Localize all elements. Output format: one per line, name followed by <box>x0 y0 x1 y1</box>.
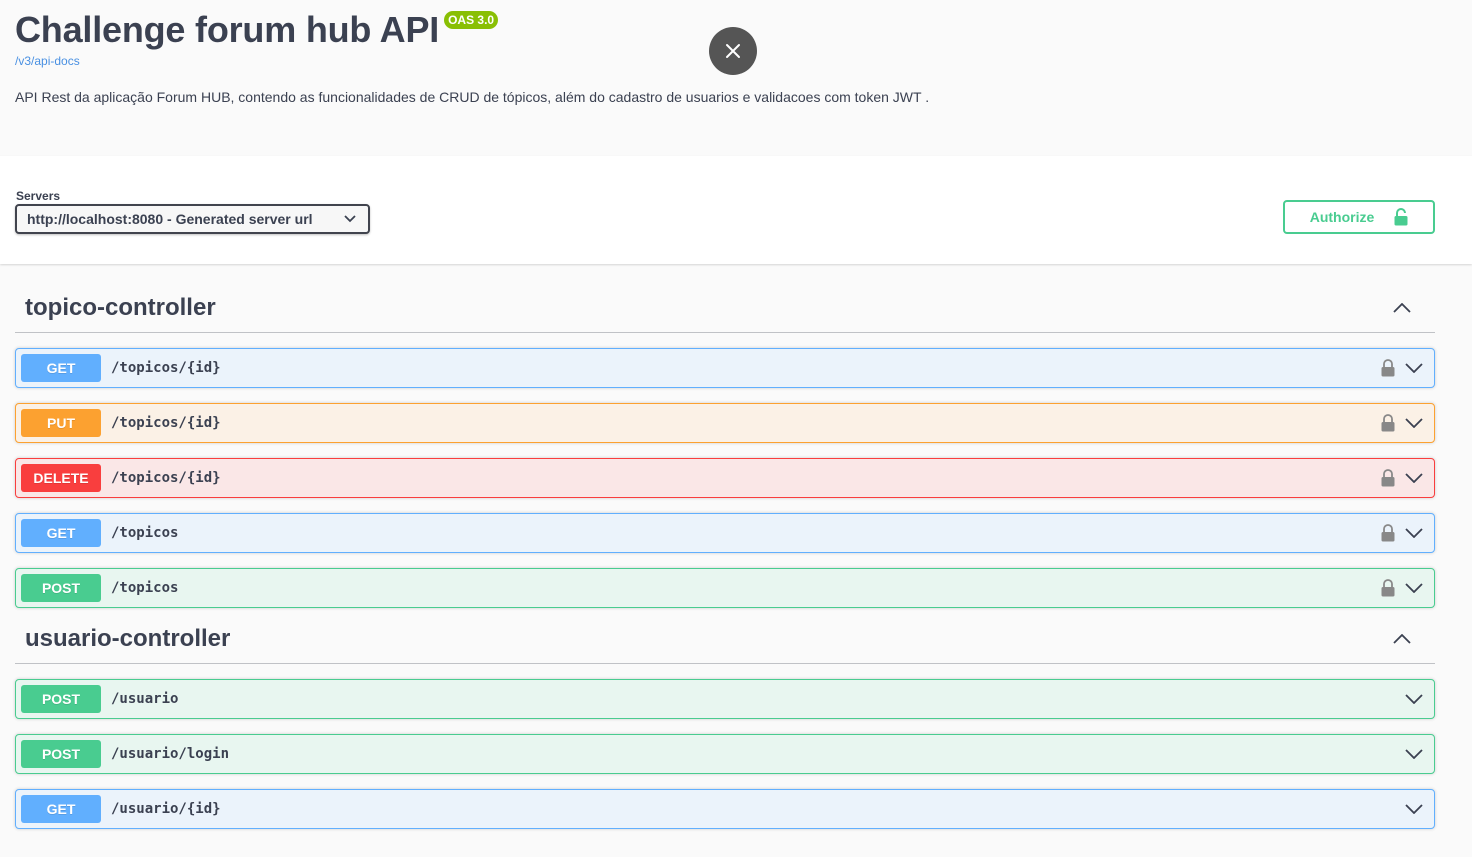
lock-icon[interactable] <box>1381 469 1395 487</box>
method-badge: GET <box>21 795 101 823</box>
lock-icon[interactable] <box>1381 524 1395 542</box>
operation-path: /topicos/{id} <box>111 415 221 431</box>
chevron-down-icon[interactable] <box>1405 749 1423 759</box>
chevron-up-icon <box>1393 303 1411 313</box>
method-badge: POST <box>21 740 101 768</box>
operation-delete-topicos-id[interactable]: DELETE /topicos/{id} <box>15 458 1435 498</box>
operation-path: /usuario/{id} <box>111 801 221 817</box>
operation-get-topicos-id[interactable]: GET /topicos/{id} <box>15 348 1435 388</box>
oas-version-badge: OAS 3.0 <box>444 11 499 29</box>
method-badge: POST <box>21 685 101 713</box>
operation-get-usuario-id[interactable]: GET /usuario/{id} <box>15 789 1435 829</box>
operation-path: /topicos <box>111 580 179 596</box>
operation-post-usuario[interactable]: POST /usuario <box>15 679 1435 719</box>
operation-path: /topicos/{id} <box>111 470 221 486</box>
operation-path: /topicos/{id} <box>111 360 221 376</box>
operation-put-topicos-id[interactable]: PUT /topicos/{id} <box>15 403 1435 443</box>
api-description: API Rest da aplicação Forum HUB, contend… <box>15 89 930 105</box>
authorize-button[interactable]: Authorize <box>1283 200 1435 234</box>
tag-section-topico: topico-controller GET /topicos/{id} PUT … <box>15 284 1435 608</box>
operation-post-usuario-login[interactable]: POST /usuario/login <box>15 734 1435 774</box>
operation-icons <box>1381 359 1423 377</box>
operation-icons <box>1405 694 1423 704</box>
lock-icon[interactable] <box>1381 414 1395 432</box>
tag-name: topico-controller <box>25 294 216 321</box>
lock-icon[interactable] <box>1381 579 1395 597</box>
operation-get-topicos[interactable]: GET /topicos <box>15 513 1435 553</box>
chevron-up-icon <box>1393 634 1411 644</box>
chevron-down-icon[interactable] <box>1405 583 1423 593</box>
close-button[interactable] <box>709 27 757 75</box>
unlock-icon <box>1394 208 1408 226</box>
operation-icons <box>1381 414 1423 432</box>
method-badge: POST <box>21 574 101 602</box>
tag-header-usuario[interactable]: usuario-controller <box>15 615 1435 664</box>
operation-post-topicos[interactable]: POST /topicos <box>15 568 1435 608</box>
operation-path: /usuario/login <box>111 746 230 762</box>
operation-icons <box>1381 469 1423 487</box>
close-icon <box>726 44 740 58</box>
chevron-down-icon[interactable] <box>1405 528 1423 538</box>
page-title: Challenge forum hub API <box>15 9 440 50</box>
method-badge: GET <box>21 354 101 382</box>
server-select[interactable]: http://localhost:8080 - Generated server… <box>15 204 370 234</box>
operation-path: /topicos <box>111 525 179 541</box>
scheme-container: Servers http://localhost:8080 - Generate… <box>0 156 1472 264</box>
chevron-down-icon[interactable] <box>1405 418 1423 428</box>
operation-icons <box>1381 524 1423 542</box>
method-badge: PUT <box>21 409 101 437</box>
server-select-value: http://localhost:8080 - Generated server… <box>27 211 313 227</box>
tag-name: usuario-controller <box>25 625 231 652</box>
method-badge: DELETE <box>21 464 101 492</box>
operation-icons <box>1405 804 1423 814</box>
chevron-down-icon[interactable] <box>1405 694 1423 704</box>
chevron-down-icon[interactable] <box>1405 804 1423 814</box>
chevron-down-icon[interactable] <box>1405 363 1423 373</box>
tag-section-usuario: usuario-controller POST /usuario POST /u… <box>15 615 1435 829</box>
operation-icons <box>1381 579 1423 597</box>
servers-label: Servers <box>16 189 61 203</box>
chevron-down-icon <box>344 215 356 223</box>
chevron-down-icon[interactable] <box>1405 473 1423 483</box>
tag-header-topico[interactable]: topico-controller <box>15 284 1435 333</box>
operation-icons <box>1405 749 1423 759</box>
method-badge: GET <box>21 519 101 547</box>
lock-icon[interactable] <box>1381 359 1395 377</box>
operation-path: /usuario <box>111 691 179 707</box>
authorize-label: Authorize <box>1309 209 1375 225</box>
